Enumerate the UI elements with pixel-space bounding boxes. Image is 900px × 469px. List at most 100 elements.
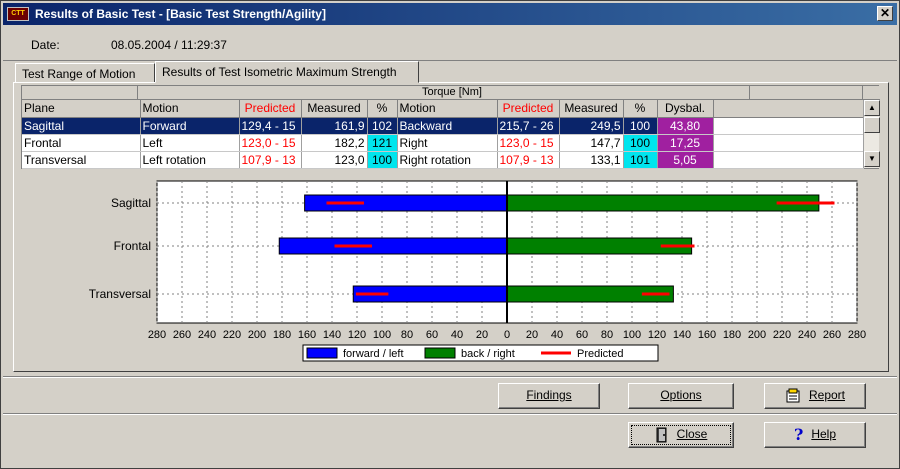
table-header-row: Plane Motion Predicted Measured % Motion… (22, 100, 864, 118)
help-button[interactable]: ? Help (764, 422, 866, 448)
cell-plane: Sagittal (22, 117, 141, 135)
date-value: 08.05.2004 / 11:29:37 (111, 38, 227, 52)
col-measured-2[interactable]: Measured (559, 100, 624, 118)
cell-predicted-2: 123,0 - 15 (497, 134, 560, 152)
scroll-thumb[interactable] (864, 117, 880, 133)
category-label: Sagittal (111, 196, 151, 210)
cell-dysbalance: 43,80 (657, 117, 714, 135)
title-bar[interactable]: CTT Results of Basic Test - [Basic Test … (3, 3, 897, 25)
cell-motion-2: Backward (397, 117, 498, 135)
table-row[interactable]: Frontal Left 123,0 - 15 182,2 121 Right … (22, 134, 864, 152)
x-tick-label: 160 (698, 329, 716, 341)
cell-predicted-2: 107,9 - 13 (497, 151, 560, 169)
app-icon: CTT (7, 7, 29, 21)
cell-motion-1: Left rotation (140, 151, 240, 169)
door-icon (656, 427, 667, 443)
x-tick-label: 20 (526, 329, 538, 341)
cell-predicted-2: 215,7 - 26 (497, 117, 560, 135)
scroll-down-icon[interactable]: ▼ (864, 151, 880, 167)
col-measured-1[interactable]: Measured (301, 100, 368, 118)
window-title: Results of Basic Test - [Basic Test Stre… (35, 7, 326, 21)
legend-label: Predicted (577, 348, 623, 360)
col-motion-1[interactable]: Motion (140, 100, 240, 118)
x-tick-label: 280 (848, 329, 866, 341)
x-tick-label: 140 (323, 329, 341, 341)
legend-label: back / right (461, 348, 515, 360)
cell-plane: Frontal (22, 134, 141, 152)
cell-percent-2: 101 (623, 151, 658, 169)
cell-percent-1: 100 (367, 151, 398, 169)
x-tick-label: 120 (348, 329, 366, 341)
x-tick-label: 100 (623, 329, 641, 341)
x-tick-label: 100 (373, 329, 391, 341)
torque-chart: Sagittal Frontal Transversal 280 260 240 220 20… (89, 180, 866, 362)
cell-percent-2: 100 (623, 117, 658, 135)
results-table: Torque [Nm] Plane Motion Predicted Measu… (21, 85, 880, 169)
cell-percent-1: 102 (367, 117, 398, 135)
col-percent-1[interactable]: % (367, 100, 398, 118)
col-empty (713, 100, 864, 118)
x-tick-label: 240 (798, 329, 816, 341)
x-tick-label: 0 (504, 329, 510, 341)
col-predicted-1[interactable]: Predicted (239, 100, 302, 118)
col-percent-2[interactable]: % (623, 100, 658, 118)
x-tick-label: 200 (748, 329, 766, 341)
x-tick-label: 80 (401, 329, 413, 341)
legend-label: forward / left (343, 348, 404, 360)
x-tick-label: 60 (426, 329, 438, 341)
x-tick-label: 260 (173, 329, 191, 341)
header-area: Date: 08.05.2004 / 11:29:37 (3, 27, 897, 61)
x-tick-label: 80 (601, 329, 613, 341)
tab-range-of-motion[interactable]: Test Range of Motion (15, 63, 155, 83)
close-window-icon[interactable]: ✕ (877, 6, 893, 21)
cell-percent-2: 100 (623, 134, 658, 152)
table-row[interactable]: Sagittal Forward 129,4 - 15 161,9 102 Ba… (22, 117, 864, 135)
x-tick-label: 120 (648, 329, 666, 341)
col-plane[interactable]: Plane (22, 100, 141, 118)
findings-button[interactable]: Findings (498, 383, 600, 409)
tab-isometric-strength[interactable]: Results of Test Isometric Maximum Streng… (155, 61, 419, 83)
cell-motion-1: Left (140, 134, 240, 152)
table-scrollbar[interactable]: ▲ ▼ (863, 100, 880, 168)
x-tick-label: 60 (576, 329, 588, 341)
col-predicted-2[interactable]: Predicted (497, 100, 560, 118)
cell-measured-2: 133,1 (559, 151, 624, 169)
close-label: Close (676, 427, 708, 441)
cell-predicted-1: 123,0 - 15 (239, 134, 302, 152)
cell-dysbalance: 17,25 (657, 134, 714, 152)
cell-motion-2: Right rotation (397, 151, 498, 169)
close-button[interactable]: Close (628, 422, 734, 448)
cell-motion-2: Right (397, 134, 498, 152)
category-label: Frontal (114, 239, 151, 253)
options-button[interactable]: Options (628, 383, 734, 409)
report-icon (786, 388, 800, 403)
col-dysbalance[interactable]: Dysbal. (657, 100, 714, 118)
legend-swatch (306, 347, 338, 359)
x-tick-label: 180 (723, 329, 741, 341)
cell-motion-1: Forward (140, 117, 240, 135)
bar-back-right (506, 194, 820, 212)
x-tick-label: 220 (773, 329, 791, 341)
x-tick-label: 20 (476, 329, 488, 341)
cell-percent-1: 121 (367, 134, 398, 152)
x-tick-label: 240 (198, 329, 216, 341)
legend-swatch (424, 347, 456, 359)
table-row[interactable]: Transversal Left rotation 107,9 - 13 123… (22, 151, 864, 169)
bar-forward-left (278, 237, 508, 255)
cell-measured-1: 123,0 (301, 151, 368, 169)
help-icon: ? (793, 424, 804, 444)
cell-measured-1: 161,9 (301, 117, 368, 135)
table-group-header: Torque [Nm] (22, 86, 880, 100)
report-button[interactable]: Report (764, 383, 866, 409)
x-tick-label: 40 (551, 329, 563, 341)
cell-measured-1: 182,2 (301, 134, 368, 152)
x-tick-label: 200 (248, 329, 266, 341)
options-label: Options (660, 388, 702, 402)
scroll-up-icon[interactable]: ▲ (864, 100, 880, 116)
col-motion-2[interactable]: Motion (397, 100, 498, 118)
report-label: Report (808, 388, 846, 402)
x-tick-label: 180 (273, 329, 291, 341)
cell-predicted-1: 129,4 - 15 (239, 117, 302, 135)
cell-measured-2: 249,5 (559, 117, 624, 135)
date-label: Date: (31, 38, 60, 52)
